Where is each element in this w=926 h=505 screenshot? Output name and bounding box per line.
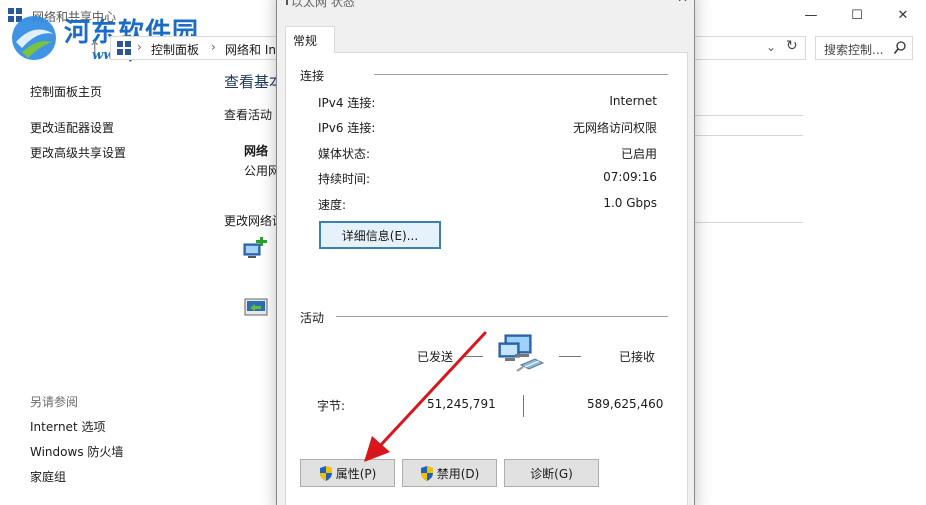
maximize-button[interactable]: ☐ [834,0,880,31]
details-button[interactable]: 详细信息(E)... [319,221,441,249]
connection-group-label: 连接 [300,67,331,84]
see-also-heading: 另请参阅 [30,395,79,409]
change-settings-heading: 更改网络设 [224,214,285,228]
ipv4-value: Internet [609,94,657,108]
refresh-icon[interactable]: ↻ [786,38,798,54]
bytes-label: 字节: [317,399,346,413]
ipv4-label: IPv4 连接: [318,96,376,110]
speed-value: 1.0 Gbps [603,196,657,210]
media-state-value: 已启用 [620,147,657,161]
activity-line [559,356,581,357]
uac-shield-icon [420,465,433,481]
breadcrumb-separator-icon: › [211,40,216,54]
tab-panel-general: 连接 IPv4 连接: Internet IPv6 连接: 无网络访问权限 媒体… [285,52,688,505]
uac-shield-icon [319,465,332,481]
sent-label: 已发送 [417,350,454,364]
ethernet-status-dialog: 以太网 状态 ✕ 常规 连接 IPv4 连接: Internet IPv6 连接… [276,0,695,505]
divider [695,115,803,116]
page-title: 查看基本 [224,73,285,91]
dialog-close-button[interactable]: ✕ [677,0,688,6]
bytes-received-value: 589,625,460 [587,397,664,411]
network-type: 公用网 [244,164,281,178]
speed-label: 速度: [318,198,347,212]
tab-general[interactable]: 常规 [285,26,335,53]
breadcrumb-separator-icon: › [137,40,142,54]
group-divider [374,74,668,75]
diagnose-button[interactable]: 诊断(G) [504,459,599,487]
disable-button[interactable]: 禁用(D) [402,459,497,487]
internet-options-link[interactable]: Internet 选项 [30,418,105,435]
chevron-down-icon[interactable]: ⌄ [766,40,776,54]
duration-value: 07:09:16 [603,170,657,184]
search-placeholder: 搜索控制... [824,43,884,57]
properties-button[interactable]: 属性(P) [300,459,395,487]
divider [695,222,803,223]
close-button[interactable]: ✕ [880,0,926,31]
disable-button-label: 禁用(D) [436,466,480,481]
divider [695,135,803,136]
search-icon[interactable] [894,41,906,55]
up-arrow-icon[interactable]: ↑ [88,38,101,57]
change-advanced-sharing-link[interactable]: 更改高级共享设置 [30,144,126,161]
bytes-sent-value: 51,245,791 [427,397,496,411]
breadcrumb-network[interactable]: 网络和 In [225,41,276,58]
activity-group-label: 活动 [300,309,331,326]
search-input[interactable]: 搜索控制... [815,36,913,60]
breadcrumb-control-panel[interactable]: 控制面板 [151,41,199,58]
active-networks-heading: 查看活动 [224,108,273,122]
properties-button-label: 属性(P) [335,466,377,481]
network-activity-icon [498,334,545,372]
new-connection-icon[interactable] [242,236,268,262]
homegroup-link[interactable]: 家庭组 [30,468,66,485]
window-controls: — ☐ ✕ [788,0,926,31]
control-panel-home-link[interactable]: 控制面板主页 [30,83,102,100]
activity-line [463,356,483,357]
control-panel-icon [117,41,131,55]
dialog-title: 以太网 状态 [291,0,355,9]
ipv6-label: IPv6 连接: [318,121,376,135]
ipv6-value: 无网络访问权限 [572,121,657,135]
duration-label: 持续时间: [318,172,371,186]
troubleshoot-icon[interactable] [244,298,268,318]
received-label: 已接收 [619,350,656,364]
network-name: 网络 [244,144,269,158]
minimize-button[interactable]: — [788,0,834,31]
group-divider [336,316,668,317]
change-adapter-settings-link[interactable]: 更改适配器设置 [30,119,114,136]
windows-firewall-link[interactable]: Windows 防火墙 [30,443,123,460]
media-state-label: 媒体状态: [318,147,371,161]
watermark-logo-icon [12,16,56,60]
bytes-divider [523,395,524,417]
